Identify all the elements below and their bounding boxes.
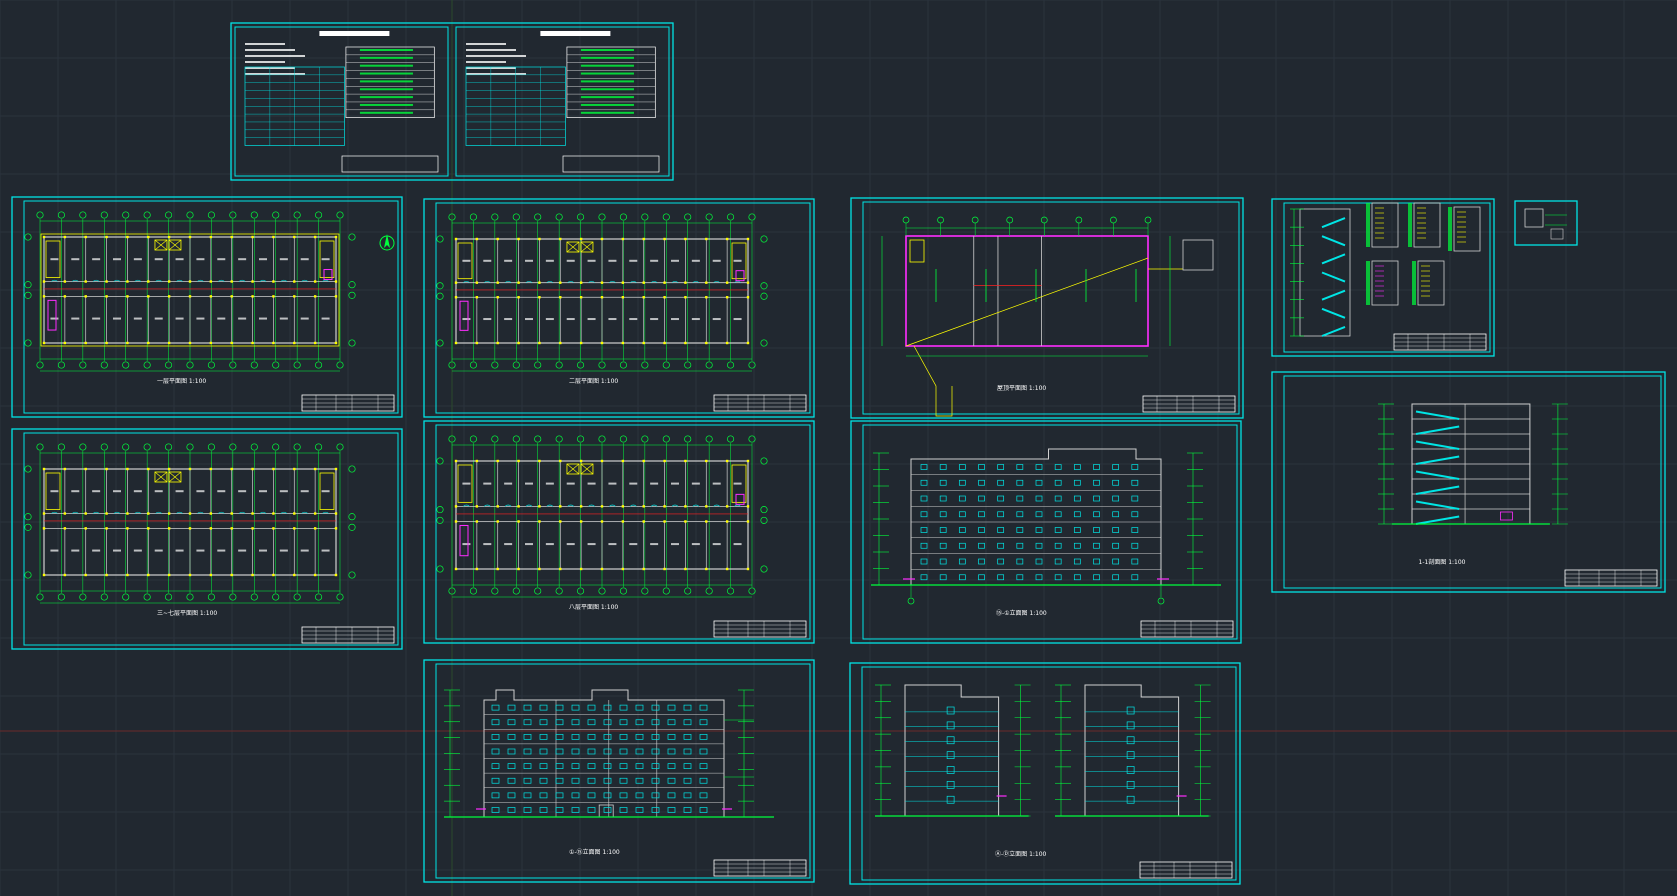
- sheet-content: [24, 443, 356, 604]
- sheet-inner-border: [862, 201, 1240, 415]
- sheet-content: [1524, 208, 1567, 240]
- sheet-border: [1514, 200, 1578, 246]
- sheet-border: [11, 196, 403, 418]
- roof-plan[interactable]: 屋顶平面图 1:100: [850, 197, 1244, 419]
- top-floor-plan[interactable]: 八层平面图 1:100: [423, 420, 815, 644]
- sheet-inner-border: [862, 424, 1238, 640]
- sheet-caption: 一层平面图 1:100: [157, 378, 206, 385]
- title-block: [713, 859, 807, 877]
- sheet-border: [1271, 198, 1495, 357]
- ground-floor-plan[interactable]: 一层平面图 1:100: [11, 196, 403, 418]
- sheet-caption: 八层平面图 1:100: [569, 604, 618, 611]
- sheet-inner-border: [1283, 375, 1662, 589]
- detail-small[interactable]: [1514, 200, 1578, 246]
- sheet-content: [1290, 202, 1481, 337]
- sheet-border: [423, 420, 815, 644]
- sheet-content: [881, 216, 1214, 417]
- title-block: [1142, 395, 1236, 413]
- cad-model-space[interactable]: 一层平面图 1:100 二层平面图 1:100 屋顶平面图 1:100 三~七层平面图…: [0, 0, 1677, 896]
- sheet-inner-border: [861, 666, 1237, 881]
- title-block: [1140, 620, 1234, 638]
- typical-floor-plan[interactable]: 三~七层平面图 1:100: [11, 428, 403, 650]
- front-elevation[interactable]: ①-⑮立面图 1:100: [423, 659, 815, 883]
- sheet-caption: 1-1剖面图 1:100: [1419, 558, 1466, 566]
- sheet-caption: 三~七层平面图 1:100: [157, 609, 217, 617]
- sheet-content: [24, 211, 356, 372]
- sheet-caption: ①-⑮立面图 1:100: [569, 848, 620, 856]
- sheet-content: [871, 448, 1221, 605]
- title-block: [1564, 569, 1658, 587]
- sheet-caption: Ⓐ-Ⓓ立面图 1:100: [995, 850, 1047, 858]
- sheet-caption: 二层平面图 1:100: [569, 378, 618, 385]
- sheet-content: [436, 213, 768, 372]
- rear-elevation[interactable]: ⑮-①立面图 1:100: [850, 420, 1242, 644]
- north-arrow-icon: [379, 234, 395, 251]
- title-block: [713, 620, 807, 638]
- sheet-content: [436, 435, 768, 598]
- section-1-1[interactable]: 1-1剖面图 1:100: [1271, 371, 1666, 593]
- sheet-border: [850, 197, 1244, 419]
- sheet-border: [1271, 371, 1666, 593]
- sheet-caption: ⑮-①立面图 1:100: [996, 609, 1047, 617]
- drawing-sheets: 一层平面图 1:100 二层平面图 1:100 屋顶平面图 1:100 三~七层平面图…: [11, 22, 1666, 885]
- stair-details[interactable]: [1271, 198, 1495, 357]
- sheet-caption: 屋顶平面图 1:100: [997, 385, 1046, 392]
- title-block: [713, 394, 807, 412]
- sheet-inner-border: [1283, 202, 1491, 353]
